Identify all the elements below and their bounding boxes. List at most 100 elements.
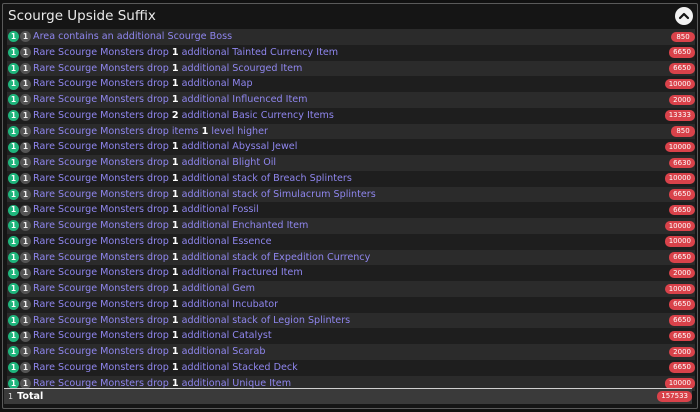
value-badge: 6650 — [669, 47, 695, 58]
mod-list: 1 1 Area contains an additional Scourge Bo… — [7, 29, 695, 392]
mod-row[interactable]: 1 1 Rare Scourge Monsters drop 1 additiona… — [7, 312, 695, 329]
mod-text: Rare Scourge Monsters drop 1 additional … — [33, 139, 297, 155]
mod-row[interactable]: 1 1 Rare Scourge Monsters drop 1 additiona… — [7, 359, 695, 376]
collapse-button[interactable] — [675, 7, 693, 25]
mod-amount: 1 — [171, 314, 179, 326]
mod-amount: 1 — [171, 62, 179, 74]
mod-text-suffix: additional Tainted Currency Item — [178, 46, 339, 58]
tier-badge: 1 — [8, 94, 19, 106]
mod-text: Rare Scourge Monsters drop 1 additional … — [33, 45, 338, 61]
count-badge: 1 — [20, 251, 31, 263]
mod-text: Rare Scourge Monsters drop 1 additional … — [33, 328, 272, 344]
mod-row[interactable]: 1 1 Rare Scourge Monsters drop 1 additiona… — [7, 186, 695, 203]
mod-amount: 1 — [171, 330, 179, 342]
mod-text: Rare Scourge Monsters drop items 1 level… — [33, 124, 268, 140]
mod-text: Rare Scourge Monsters drop 1 additional … — [33, 265, 303, 281]
mod-row[interactable]: 1 1 Rare Scourge Monsters drop 1 additiona… — [7, 265, 695, 281]
mod-amount: 1 — [171, 141, 179, 153]
mod-row[interactable]: 1 1 Rare Scourge Monsters drop 1 additiona… — [7, 155, 695, 171]
mod-text-suffix: additional stack of Expedition Currency — [178, 251, 371, 263]
mod-row[interactable]: 1 1 Rare Scourge Monsters drop 1 additiona… — [7, 218, 695, 234]
count-badge: 1 — [20, 141, 31, 153]
mod-text-prefix: Rare Scourge Monsters drop — [33, 94, 172, 105]
mod-row[interactable]: 1 1 Rare Scourge Monsters drop 1 additiona… — [7, 281, 695, 297]
count-badge: 1 — [20, 330, 31, 342]
mod-text-prefix: Rare Scourge Monsters drop — [33, 251, 172, 263]
mod-text-suffix: additional Abyssal Jewel — [178, 141, 298, 153]
mod-text: Rare Scourge Monsters drop 1 additional … — [33, 234, 272, 250]
value-badge: 10000 — [664, 283, 695, 294]
value-badge: 850 — [671, 31, 695, 42]
value-badge: 6650 — [669, 315, 695, 326]
mod-text-suffix: additional Fractured Item — [178, 267, 303, 279]
mod-text-prefix: Rare Scourge Monsters drop — [33, 314, 172, 326]
mod-amount: 1 — [171, 267, 179, 279]
mod-row[interactable]: 1 1 Rare Scourge Monsters drop 1 additiona… — [7, 92, 695, 108]
mod-text-suffix: additional Enchanted Item — [178, 220, 309, 231]
mod-row[interactable]: 1 1 Rare Scourge Monsters drop items 1 lev… — [7, 123, 695, 140]
mod-row[interactable]: 1 1 Rare Scourge Monsters drop 1 additiona… — [7, 344, 695, 360]
mod-row[interactable]: 1 1 Rare Scourge Monsters drop 1 additiona… — [7, 76, 695, 92]
value-badge: 10000 — [664, 378, 695, 389]
mod-amount: 1 — [171, 172, 179, 184]
mod-text-suffix: additional Incubator — [178, 298, 279, 310]
mod-row[interactable]: 1 1 Rare Scourge Monsters drop 1 additiona… — [7, 249, 695, 266]
count-badge: 1 — [20, 362, 31, 374]
mod-amount: 1 — [171, 94, 179, 105]
mod-row[interactable]: 1 1 Rare Scourge Monsters drop 1 additiona… — [7, 296, 695, 313]
mod-row[interactable]: 1 1 Rare Scourge Monsters drop 2 additiona… — [7, 107, 695, 124]
value-badge: 10000 — [664, 236, 695, 247]
value-badge: 10000 — [664, 220, 695, 231]
mod-row[interactable]: 1 1 Rare Scourge Monsters drop 1 additiona… — [7, 233, 695, 250]
mod-text-suffix: additional Map — [178, 78, 253, 90]
count-badge: 1 — [20, 267, 31, 279]
tier-badge: 1 — [8, 314, 19, 326]
mod-text: Rare Scourge Monsters drop 2 additional … — [33, 108, 334, 124]
mod-row[interactable]: 1 1 Rare Scourge Monsters drop 1 additiona… — [7, 60, 695, 77]
mod-text: Rare Scourge Monsters drop 1 additional … — [33, 202, 259, 218]
mod-row[interactable]: 1 1 Rare Scourge Monsters drop 1 additiona… — [7, 328, 695, 344]
tier-badge: 1 — [8, 141, 19, 153]
mod-amount: 1 — [171, 346, 179, 357]
mod-amount: 1 — [171, 251, 179, 263]
mod-text-prefix: Rare Scourge Monsters drop — [33, 109, 172, 121]
value-badge: 6650 — [669, 204, 695, 216]
mod-text-suffix: additional Unique Item — [178, 377, 292, 389]
mod-text-suffix: additional stack of Simulacrum Splinters — [178, 188, 376, 200]
mod-text: Rare Scourge Monsters drop 1 additional … — [33, 155, 276, 171]
count-badge: 1 — [20, 173, 31, 185]
value-badge: 2000 — [669, 267, 695, 279]
mod-text-suffix: additional Basic Currency Items — [178, 109, 334, 121]
tier-badge: 1 — [8, 188, 19, 200]
mod-text-suffix: additional Stacked Deck — [178, 361, 298, 373]
count-badge: 1 — [20, 299, 31, 311]
mod-amount: 1 — [171, 157, 179, 168]
mod-text-suffix: additional Influenced Item — [178, 94, 308, 105]
mod-text-suffix: additional Fossil — [178, 204, 259, 216]
mod-text: Rare Scourge Monsters drop 1 additional … — [33, 281, 255, 297]
mod-amount: 1 — [171, 235, 179, 247]
mod-text-prefix: Rare Scourge Monsters drop items — [33, 125, 202, 137]
mod-row[interactable]: 1 1 Rare Scourge Monsters drop 1 additiona… — [7, 170, 695, 187]
mod-row[interactable]: 1 1 Rare Scourge Monsters drop 1 additiona… — [7, 44, 695, 61]
count-badge: 1 — [20, 157, 31, 169]
value-badge: 10000 — [664, 141, 695, 153]
mod-text-prefix: Area contains an additional Scourge Boss — [33, 31, 233, 42]
mod-amount: 1 — [171, 283, 179, 294]
count-badge: 1 — [20, 47, 31, 59]
mod-text: Rare Scourge Monsters drop 1 additional … — [33, 92, 307, 108]
count-badge: 1 — [20, 31, 31, 43]
mod-row[interactable]: 1 1 Rare Scourge Monsters drop 1 additiona… — [7, 202, 695, 218]
total-value-badge: 157533 — [657, 391, 692, 402]
tier-badge: 1 — [8, 267, 19, 279]
tier-badge: 1 — [8, 62, 19, 74]
tier-badge: 1 — [8, 346, 19, 358]
mod-amount: 1 — [171, 204, 179, 216]
mod-text-prefix: Rare Scourge Monsters drop — [33, 78, 172, 90]
mod-row[interactable]: 1 1 Area contains an additional Scourge Bo… — [7, 29, 695, 45]
mod-row[interactable]: 1 1 Rare Scourge Monsters drop 1 additiona… — [7, 139, 695, 155]
value-badge: 850 — [671, 126, 695, 137]
mod-text-suffix: additional Gem — [178, 283, 255, 294]
tier-badge: 1 — [8, 251, 19, 263]
mod-text-suffix: level higher — [208, 125, 268, 137]
